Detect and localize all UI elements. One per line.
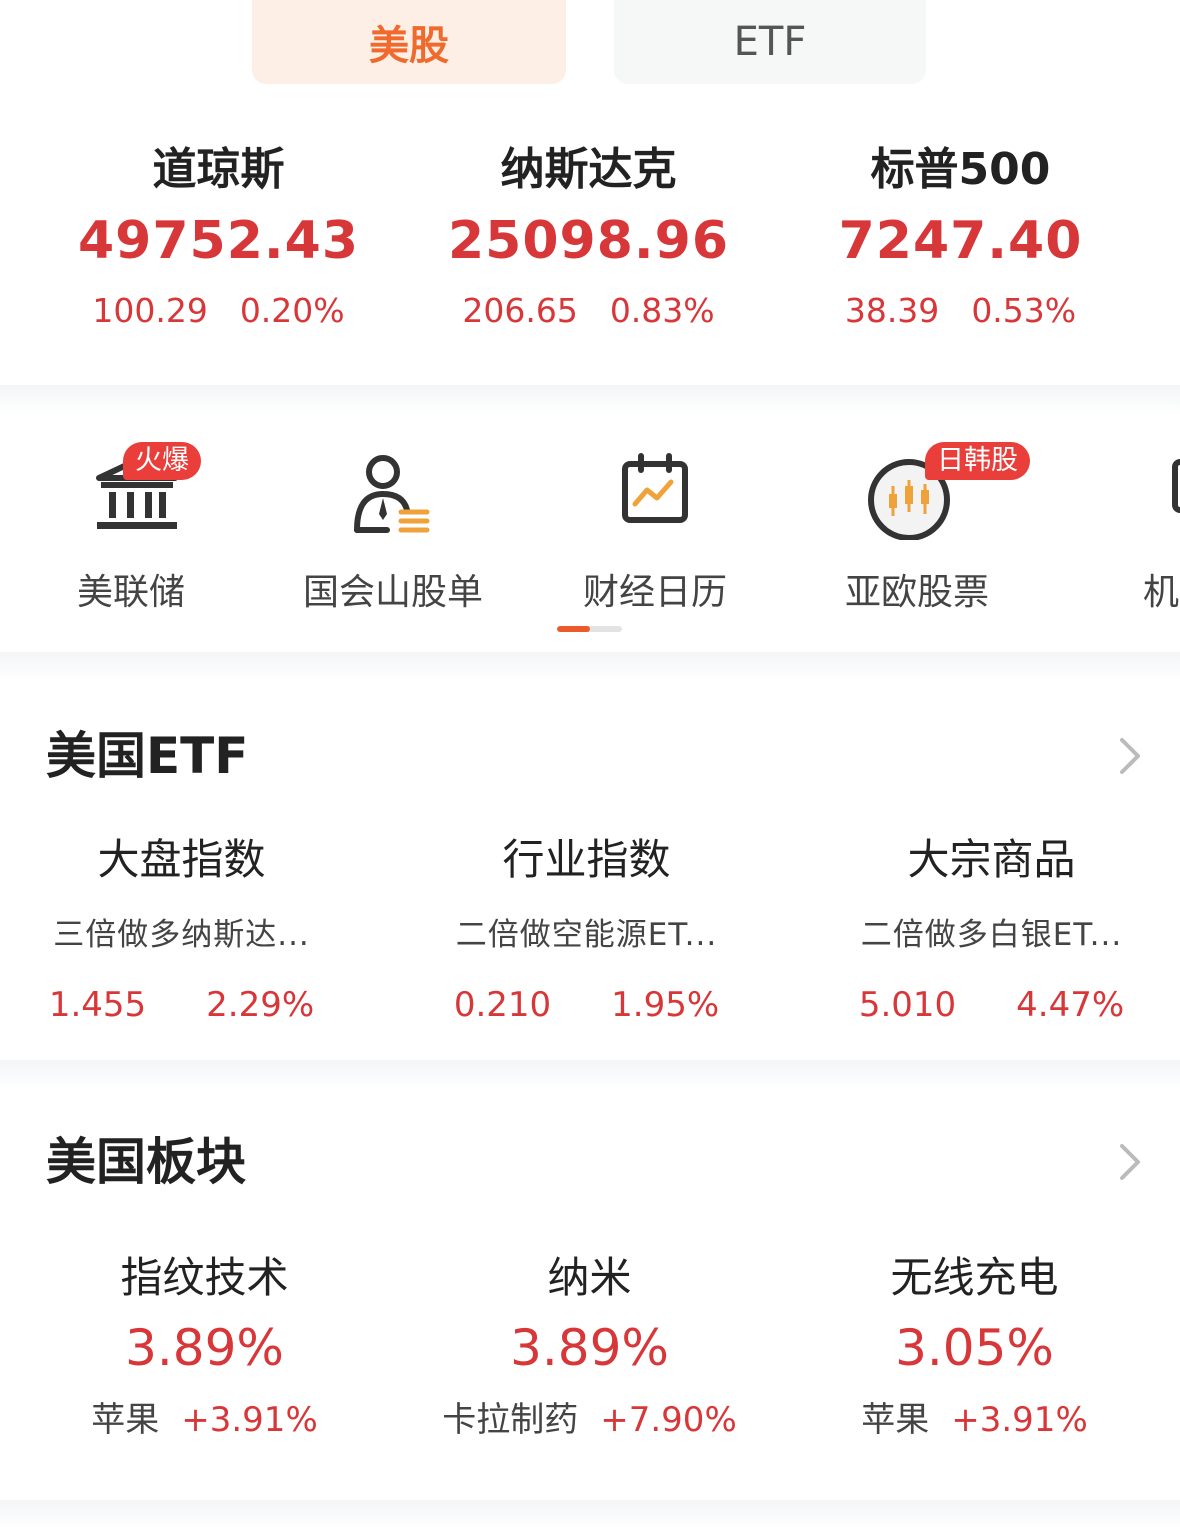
shortcut-fed[interactable]: 火爆 美联储: [0, 442, 262, 616]
leader-name: 苹果: [861, 1400, 930, 1440]
section-divider: [0, 652, 1180, 682]
etf-card-sector-index[interactable]: 行业指数 二倍做空能源ET... 0.210 1.95%: [390, 830, 783, 1030]
etf-category: 大盘指数: [97, 835, 266, 884]
index-price: 7247.40: [838, 211, 1083, 271]
index-change-pct: 0.20%: [239, 291, 345, 330]
chevron-right-icon[interactable]: [1116, 1142, 1144, 1182]
index-change-value: 206.65: [462, 291, 578, 330]
sector-name: 纳米: [547, 1253, 632, 1302]
sector-card-nano[interactable]: 纳米 3.89% 卡拉制药 +7.90%: [393, 1248, 786, 1446]
sector-leader: 苹果 +3.91%: [778, 1394, 1171, 1446]
index-change: 206.65 0.83%: [392, 286, 785, 336]
chevron-right-icon[interactable]: [1116, 736, 1144, 776]
etf-section-title[interactable]: 美国ETF: [46, 726, 248, 786]
index-change-value: 100.29: [92, 291, 208, 330]
index-name: 标普500: [870, 144, 1051, 195]
etf-price: 5.010: [858, 985, 957, 1025]
sector-leader: 苹果 +3.91%: [8, 1394, 401, 1446]
shortcut-calendar[interactable]: 财经日历: [524, 450, 786, 616]
etf-card-commodities[interactable]: 大宗商品 二倍做多白银ET... 5.010 4.47%: [795, 830, 1180, 1030]
etf-name: 三倍做多纳斯达...: [53, 917, 310, 953]
shortcut-label: 财经日历: [582, 572, 727, 613]
sector-card-fingerprint[interactable]: 指纹技术 3.89% 苹果 +3.91%: [8, 1248, 401, 1446]
sector-pct: 3.05%: [895, 1319, 1054, 1377]
etf-pct: 4.47%: [1016, 985, 1125, 1025]
shortcut-asia-europe[interactable]: 日韩股 亚欧股票: [786, 442, 1048, 616]
index-change: 100.29 0.20%: [22, 286, 415, 336]
etf-price: 1.455: [48, 985, 147, 1025]
hot-badge: 火爆: [123, 442, 201, 480]
index-price: 49752.43: [77, 211, 360, 271]
index-quotes: 道琼斯 49752.43 100.29 0.20% 纳斯达克 25098.96 2…: [0, 130, 1180, 380]
section-divider: [0, 1060, 1180, 1090]
sector-leader: 卡拉制药 +7.90%: [393, 1394, 786, 1446]
index-change-pct: 0.53%: [971, 291, 1077, 330]
section-divider: [0, 385, 1180, 415]
index-change-pct: 0.83%: [609, 291, 715, 330]
index-card-dow[interactable]: 道琼斯 49752.43 100.29 0.20%: [22, 130, 415, 336]
tab-etf[interactable]: ETF: [614, 0, 926, 84]
etf-category: 大宗商品: [907, 835, 1076, 884]
leader-pct: +3.91%: [181, 1400, 318, 1440]
congress-person-icon: [354, 455, 430, 533]
leader-pct: +3.91%: [951, 1400, 1088, 1440]
sector-name: 无线充电: [890, 1253, 1059, 1302]
sector-pct: 3.89%: [125, 1319, 284, 1377]
etf-pct: 2.29%: [206, 985, 315, 1025]
leader-name: 卡拉制药: [442, 1400, 579, 1440]
etf-quote: 1.455 2.29%: [0, 980, 378, 1030]
sector-pct: 3.89%: [510, 1319, 669, 1377]
shortcut-label: 国会山股单: [302, 572, 483, 613]
etf-name: 二倍做多白银ET...: [860, 917, 1123, 953]
etf-price: 0.210: [453, 985, 552, 1025]
index-change-value: 38.39: [844, 291, 940, 330]
etf-card-broad-index[interactable]: 大盘指数 三倍做多纳斯达... 1.455 2.29%: [0, 830, 378, 1030]
monitor-chart-icon: [1172, 459, 1180, 513]
leader-pct: +7.90%: [600, 1400, 737, 1440]
shortcut-scroll-indicator: [557, 626, 622, 632]
calendar-chart-icon: [622, 453, 688, 523]
japan-korea-badge: 日韩股: [925, 442, 1030, 480]
shortcut-label: 亚欧股票: [844, 572, 989, 613]
index-card-nasdaq[interactable]: 纳斯达克 25098.96 206.65 0.83%: [392, 130, 785, 336]
index-card-sp500[interactable]: 标普500 7247.40 38.39 0.53%: [764, 130, 1157, 336]
leader-name: 苹果: [91, 1400, 160, 1440]
index-name: 纳斯达克: [500, 144, 677, 195]
shortcut-institutions[interactable]: 机构: [1048, 450, 1180, 616]
shortcut-label: 机构: [1142, 572, 1180, 613]
sector-card-wireless-charging[interactable]: 无线充电 3.05% 苹果 +3.91%: [778, 1248, 1171, 1446]
shortcut-congress[interactable]: 国会山股单: [262, 450, 524, 616]
etf-name: 二倍做空能源ET...: [455, 917, 718, 953]
etf-pct: 1.95%: [611, 985, 720, 1025]
section-divider: [0, 1500, 1180, 1530]
tab-us-stocks[interactable]: 美股: [252, 0, 566, 84]
market-tabs: 美股 ETF: [0, 0, 1180, 90]
etf-category: 行业指数: [502, 835, 671, 884]
index-name: 道琼斯: [152, 144, 285, 195]
index-change: 38.39 0.53%: [764, 286, 1157, 336]
shortcut-row[interactable]: 火爆 美联储 国会山股单 财经日历 日韩股 亚欧股票 机: [0, 420, 1180, 650]
etf-quote: 0.210 1.95%: [390, 980, 783, 1030]
scroll-indicator-fill: [557, 626, 590, 632]
etf-quote: 5.010 4.47%: [795, 980, 1180, 1030]
sector-name: 指纹技术: [120, 1253, 289, 1302]
shortcut-label: 美联储: [76, 572, 185, 613]
sector-section-title[interactable]: 美国板块: [46, 1132, 246, 1192]
index-price: 25098.96: [447, 211, 730, 271]
